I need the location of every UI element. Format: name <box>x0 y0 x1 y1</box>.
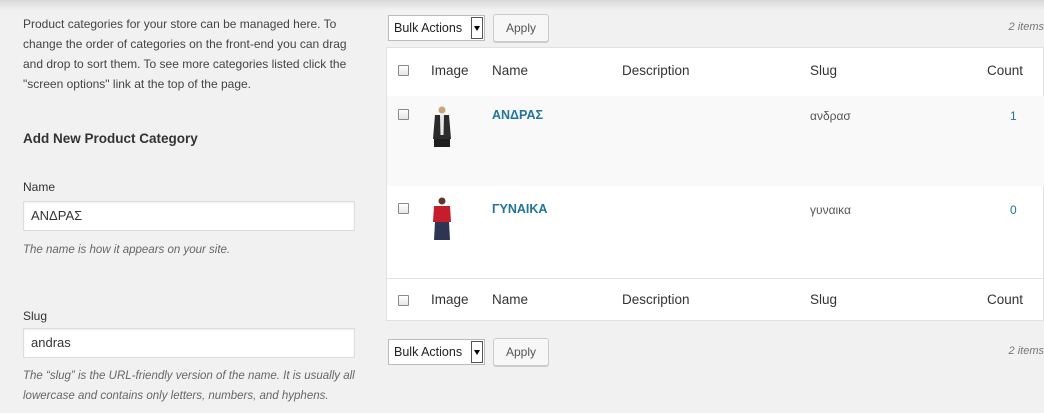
slug-input[interactable]: andras <box>23 328 355 358</box>
column-name-footer[interactable]: Name <box>492 292 528 307</box>
category-slug: γυναικα <box>810 203 851 217</box>
slug-label: Slug <box>23 309 48 323</box>
items-count: 2 items <box>1008 21 1044 33</box>
bulk-actions-select-bottom[interactable]: Bulk Actions <box>388 339 485 365</box>
category-name-link[interactable]: ΑΝΔΡΑΣ <box>492 108 543 122</box>
man-vest-thumbnail-icon[interactable] <box>431 105 453 147</box>
apply-button-bottom[interactable]: Apply <box>493 338 550 366</box>
row-checkbox[interactable] <box>398 203 409 214</box>
table-row: ΓΥΝΑΙΚΑ γυναικα 0 <box>387 186 1044 278</box>
slug-description: The “slug” is the URL-friendly version o… <box>23 370 355 402</box>
column-count-footer[interactable]: Count <box>987 292 1023 307</box>
column-description-footer[interactable]: Description <box>622 292 690 307</box>
category-count-link[interactable]: 0 <box>1010 203 1017 217</box>
column-slug[interactable]: Slug <box>810 63 837 78</box>
category-name-link[interactable]: ΓΥΝΑΙΚΑ <box>492 202 547 216</box>
top-shadow <box>0 0 1044 10</box>
category-slug: ανδρασ <box>810 109 851 123</box>
column-image[interactable]: Image <box>431 63 469 78</box>
name-input[interactable]: ΑΝΔΡΑΣ <box>23 201 355 231</box>
select-all-checkbox[interactable] <box>398 65 409 76</box>
column-image-footer[interactable]: Image <box>431 292 469 307</box>
bulk-actions-label: Bulk Actions <box>394 21 463 35</box>
column-slug-footer[interactable]: Slug <box>810 292 837 307</box>
items-count-bottom: 2 items <box>1008 345 1044 357</box>
table-footer: Image Name Description Slug Count <box>387 278 1044 322</box>
table-row: ΑΝΔΡΑΣ ανδρασ 1 <box>387 96 1044 186</box>
name-label: Name <box>23 180 56 194</box>
row-checkbox[interactable] <box>398 109 409 120</box>
name-description: The name is how it appears on your site. <box>23 244 231 256</box>
woman-red-top-thumbnail-icon[interactable] <box>431 196 453 244</box>
intro-text: Product categories for your store can be… <box>23 17 347 91</box>
column-count[interactable]: Count <box>987 63 1023 78</box>
category-count-link[interactable]: 1 <box>1010 109 1017 123</box>
add-category-heading: Add New Product Category <box>23 131 198 146</box>
chevron-down-icon[interactable] <box>471 341 483 363</box>
column-description[interactable]: Description <box>622 63 690 78</box>
table-header: Image Name Description Slug Count <box>387 48 1044 96</box>
bulk-actions-top: Bulk Actions Apply <box>388 14 550 42</box>
apply-button[interactable]: Apply <box>493 14 550 42</box>
column-name[interactable]: Name <box>492 63 528 78</box>
bulk-actions-select[interactable]: Bulk Actions <box>388 15 485 41</box>
bulk-actions-label: Bulk Actions <box>394 345 463 359</box>
bulk-actions-bottom: Bulk Actions Apply <box>388 338 550 366</box>
select-all-checkbox-footer[interactable] <box>398 295 409 306</box>
categories-table: Image Name Description Slug Count ΑΝΔΡΑΣ… <box>386 47 1044 321</box>
chevron-down-icon[interactable] <box>471 17 483 39</box>
